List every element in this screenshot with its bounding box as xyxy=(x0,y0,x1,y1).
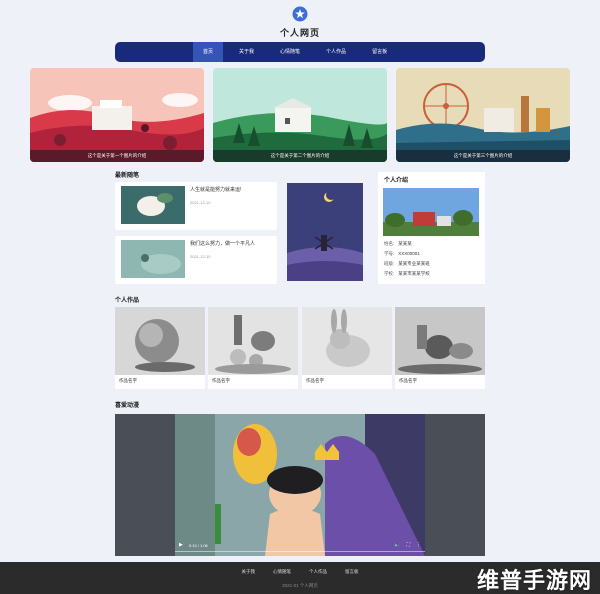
post-date: 2021-12-10 xyxy=(190,200,211,205)
work-image xyxy=(302,307,392,375)
video-player[interactable]: ▶ 0:13 / 1:06 🔈 ⛶ ⋮ xyxy=(115,414,485,556)
banner-caption: 这个是关于第二个图片的介绍 xyxy=(213,150,387,162)
work-card-4[interactable]: 作品名字 xyxy=(395,307,485,389)
nav-item-home[interactable]: 首页 xyxy=(193,42,224,62)
video-frame xyxy=(175,414,425,556)
nav-item-about[interactable]: 关于我 xyxy=(229,42,264,62)
banner-caption: 这个是关于第三个图片的介绍 xyxy=(396,150,570,162)
profile-value: 某某专业某某班 xyxy=(398,261,430,266)
main-nav: 首页 关于我 心情随笔 个人作品 留言板 xyxy=(115,42,485,62)
post-card-1[interactable]: 人生就是能努力就来运! 2021-12-10 xyxy=(115,182,277,230)
banner-2-image xyxy=(213,68,387,162)
work-name: 作品名字 xyxy=(119,378,137,383)
nav-item-notes[interactable]: 心情随笔 xyxy=(270,42,310,62)
banner-3[interactable]: 这个是关于第三个图片的介绍 xyxy=(396,68,570,162)
profile-row-school: 学校: 某某市某某学校 xyxy=(384,271,430,277)
play-icon[interactable]: ▶ xyxy=(179,542,183,548)
post-thumbnail xyxy=(121,186,185,224)
post-title[interactable]: 人生就是能努力就来运! xyxy=(190,186,241,193)
work-image xyxy=(395,307,485,375)
profile-row-class: 班级: 某某专业某某班 xyxy=(384,261,430,267)
profile-label: 姓名: xyxy=(384,241,395,246)
section-title-profile: 个人介绍 xyxy=(384,178,409,184)
work-image xyxy=(115,307,205,375)
section-title-posts: 最新随笔 xyxy=(115,173,140,179)
work-image xyxy=(208,307,298,375)
profile-row-id: 学号: XXX00001 xyxy=(384,251,420,257)
flower-icon[interactable] xyxy=(291,5,309,23)
post-thumbnail xyxy=(121,240,185,278)
profile-value: 某某市某某学校 xyxy=(398,271,430,276)
section-title-video: 喜爱动漫 xyxy=(115,403,140,409)
profile-label: 学校: xyxy=(384,271,395,276)
video-time: 0:13 / 1:06 xyxy=(188,542,208,548)
nav-item-guestbook[interactable]: 留言板 xyxy=(362,42,397,62)
banner-caption: 这个是关于第一个图片的介绍 xyxy=(30,150,204,162)
footer-link-about[interactable]: 关于我 xyxy=(242,569,256,575)
work-card-3[interactable]: 作品名字 xyxy=(302,307,392,389)
banner-3-image xyxy=(396,68,570,162)
profile-label: 班级: xyxy=(384,261,395,266)
video-progress-bar[interactable] xyxy=(175,551,425,552)
featured-image xyxy=(287,183,363,281)
post-title[interactable]: 我们这么努力，做一个平凡人 xyxy=(190,240,255,247)
banner-1[interactable]: 这个是关于第一个图片的介绍 xyxy=(30,68,204,162)
more-options-icon[interactable]: ⋮ xyxy=(416,542,421,548)
banner-1-image xyxy=(30,68,204,162)
work-name: 作品名字 xyxy=(399,378,417,383)
post-date: 2021-12-10 xyxy=(190,254,211,259)
banner-2[interactable]: 这个是关于第二个图片的介绍 xyxy=(213,68,387,162)
work-name: 作品名字 xyxy=(306,378,324,383)
work-card-2[interactable]: 作品名字 xyxy=(208,307,298,389)
volume-icon[interactable]: 🔈 xyxy=(394,542,400,548)
video-controls: ▶ 0:13 / 1:06 🔈 ⛶ ⋮ xyxy=(175,540,425,550)
nav-item-works[interactable]: 个人作品 xyxy=(316,42,356,62)
footer-link-notes[interactable]: 心情随笔 xyxy=(273,569,291,575)
fullscreen-icon[interactable]: ⛶ xyxy=(406,542,410,548)
profile-value: 某某某 xyxy=(398,241,412,246)
work-name: 作品名字 xyxy=(212,378,230,383)
site-header: 个人网页 xyxy=(0,0,600,39)
footer-link-guestbook[interactable]: 留言板 xyxy=(345,569,359,575)
watermark: 维普手游网 xyxy=(476,568,592,593)
work-card-1[interactable]: 作品名字 xyxy=(115,307,205,389)
profile-card: 个人介绍 姓名: 某某某 学号: XXX00001 班级: 某某专业某某班 学校: 某某… xyxy=(378,172,485,284)
profile-photo xyxy=(383,188,479,236)
site-title: 个人网页 xyxy=(279,28,320,38)
profile-row-name: 姓名: 某某某 xyxy=(384,241,412,247)
profile-value: XXX00001 xyxy=(398,251,420,256)
profile-label: 学号: xyxy=(384,251,395,256)
footer-link-works[interactable]: 个人作品 xyxy=(309,569,327,575)
post-card-2[interactable]: 我们这么努力，做一个平凡人 2021-12-10 xyxy=(115,236,277,284)
section-title-works: 个人作品 xyxy=(115,298,140,304)
